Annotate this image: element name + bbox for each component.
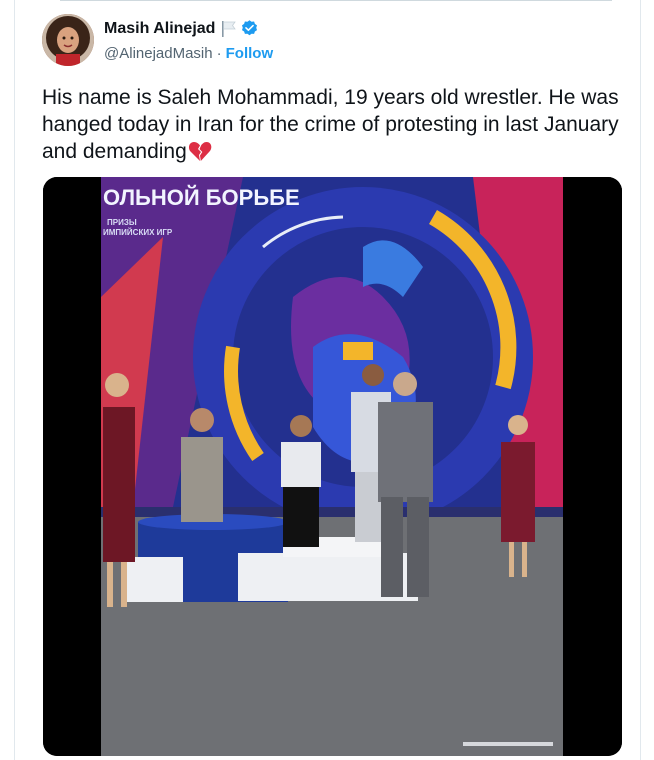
verified-badge-icon (242, 20, 258, 36)
card-border-right (640, 0, 641, 760)
author-name[interactable]: Masih Alinejad (104, 20, 215, 38)
handle-row: @AlinejadMasih · Follow (104, 45, 273, 62)
avatar[interactable] (42, 14, 94, 66)
tweet-text: His name is Saleh Mohammadi, 19 years ol… (42, 84, 620, 165)
banner-subtext-2: ИМПИЙСКИХ ИГР (103, 228, 173, 237)
separator-dot: · (216, 45, 222, 62)
name-row: Masih Alinejad (104, 19, 259, 38)
broken-heart-emoji-icon (188, 142, 212, 161)
follow-button[interactable]: Follow (226, 45, 274, 62)
banner-text: ОЛЬНОЙ БОРЬБЕ (103, 185, 300, 210)
author-handle[interactable]: @AlinejadMasih (104, 45, 213, 62)
video-thumbnail[interactable]: ОЛЬНОЙ БОРЬБЕ ПРИЗЫ ИМПИЙСКИХ ИГР (43, 177, 622, 756)
divider-top (60, 0, 612, 1)
banner-subtext-1: ПРИЗЫ (107, 218, 137, 227)
tweet-body: His name is Saleh Mohammadi, 19 years ol… (42, 86, 619, 163)
card-border-left (14, 0, 15, 760)
tweet-header: Masih Alinejad @AlinejadMasih · Follow (42, 14, 622, 70)
white-flag-icon (222, 20, 237, 37)
